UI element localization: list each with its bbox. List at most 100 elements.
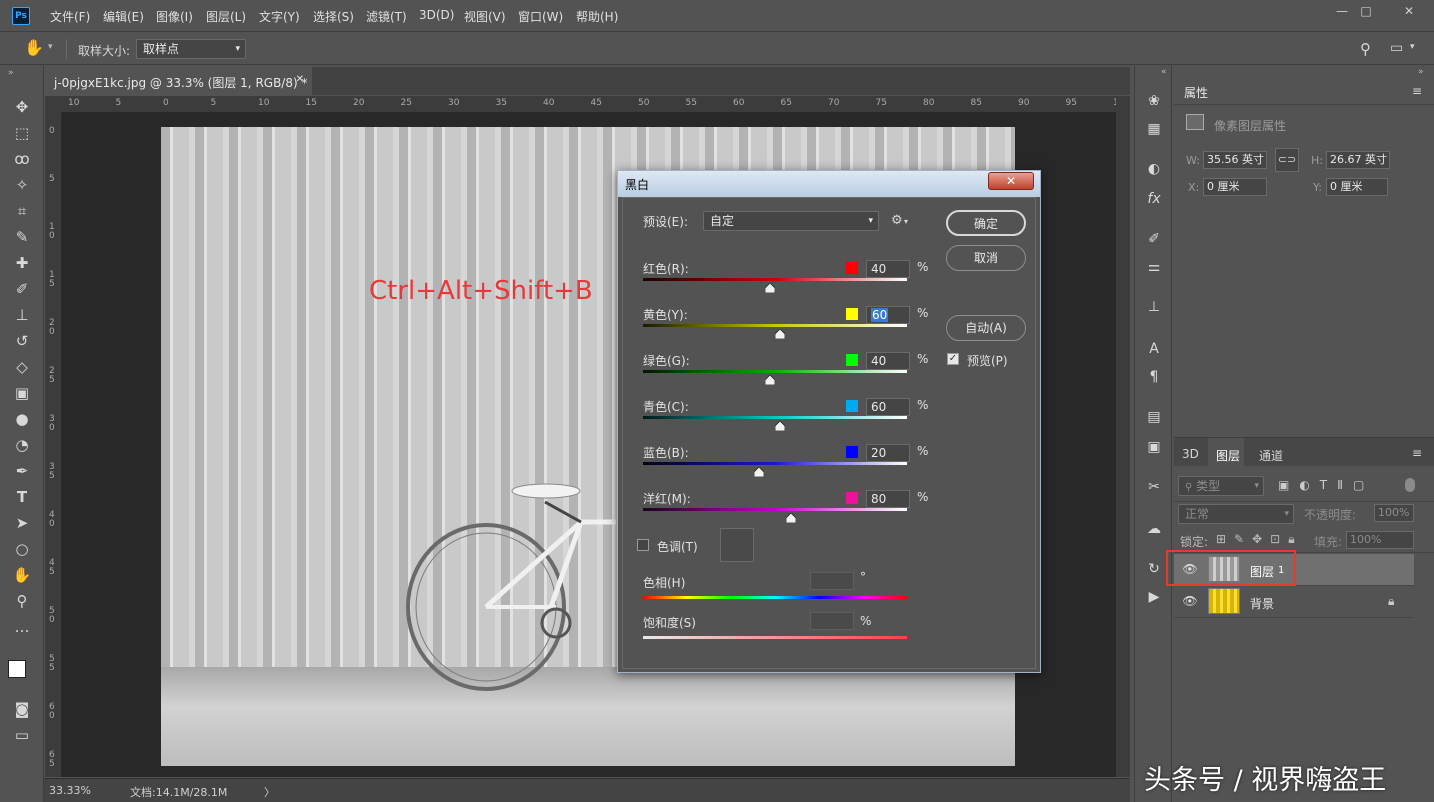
auto-button[interactable]: 自动(A) [946, 315, 1026, 341]
gradient-tool-icon[interactable]: ▣ [10, 382, 34, 404]
actions-play-icon[interactable]: ▶ [1143, 586, 1165, 608]
channel-value-field[interactable]: 60 [866, 398, 910, 416]
layer-filter-select[interactable]: ⚲ 类型 ▾ [1178, 476, 1264, 496]
preview-checkbox[interactable]: ✓ [947, 353, 959, 365]
tab-channels[interactable]: 通道 [1259, 447, 1283, 464]
channel-value-field[interactable]: 40 [866, 352, 910, 370]
healing-brush-tool-icon[interactable]: ✚ [10, 252, 34, 274]
menu-image[interactable]: 图像(I) [156, 8, 193, 25]
close-window-button[interactable]: ✕ [1386, 0, 1432, 22]
channel-value-field[interactable]: 80 [866, 490, 910, 508]
maximize-button[interactable]: □ [1350, 0, 1382, 22]
tool-preset-chevron-icon[interactable]: ▾ [48, 42, 53, 52]
history-brush-tool-icon[interactable]: ↺ [10, 330, 34, 352]
workspace-chevron-icon[interactable]: ▾ [1410, 42, 1415, 52]
channel-gradient-slider[interactable] [643, 508, 907, 511]
channel-gradient-slider[interactable] [643, 278, 907, 281]
lasso-tool-icon[interactable]: ꝏ [10, 148, 34, 170]
tint-label[interactable]: 色调(T) [657, 538, 698, 555]
blend-mode-select[interactable]: 正常 ▾ [1178, 504, 1294, 524]
character-panel-icon[interactable]: A [1143, 338, 1165, 360]
width-field[interactable]: 35.56 英寸 [1203, 151, 1267, 169]
panel-menu-icon[interactable]: ≡ [1412, 446, 1422, 460]
ok-button[interactable]: 确定 [946, 210, 1026, 236]
type-tool-icon[interactable]: T [10, 486, 34, 508]
pen-tool-icon[interactable]: ✒ [10, 460, 34, 482]
preview-label[interactable]: 预览(P) [967, 352, 1008, 369]
ellipse-tool-icon[interactable]: ○ [10, 538, 34, 560]
dialog-close-button[interactable]: ✕ [988, 172, 1034, 190]
document-tab[interactable]: j-0pjgxE1kc.jpg @ 33.3% (图层 1, RGB/8) * … [44, 67, 312, 95]
channel-gradient-slider[interactable] [643, 416, 907, 419]
menu-window[interactable]: 窗口(W) [518, 8, 563, 25]
saturation-gradient[interactable] [643, 636, 907, 639]
move-tool-icon[interactable]: ✥ [10, 96, 34, 118]
brush-settings-icon[interactable]: ⚌ [1143, 256, 1165, 278]
paragraph-panel-icon[interactable]: ¶ [1143, 366, 1165, 388]
chevron-down-icon[interactable]: ▾ [904, 217, 908, 226]
menu-view[interactable]: 视图(V) [464, 8, 506, 25]
layer-filter-icons[interactable]: ▣◐TⅡ▢ [1278, 478, 1374, 492]
color-panel-icon[interactable]: ❀ [1143, 90, 1165, 112]
channel-value-field[interactable]: 40 [866, 260, 910, 278]
collapse-icons-icon[interactable]: « [1161, 67, 1167, 77]
menu-3d[interactable]: 3D(D) [419, 8, 454, 22]
y-field[interactable]: 0 厘米 [1326, 178, 1388, 196]
brush-panel-icon[interactable]: ✐ [1143, 228, 1165, 250]
menu-file[interactable]: 文件(F) [50, 8, 90, 25]
eraser-tool-icon[interactable]: ◇ [10, 356, 34, 378]
layer-name[interactable]: 背景 [1250, 595, 1274, 612]
tint-checkbox[interactable] [637, 539, 649, 551]
preset-options-gear-icon[interactable]: ⚙ [891, 213, 903, 228]
foreground-color-swatch[interactable] [8, 660, 26, 678]
menu-type[interactable]: 文字(Y) [259, 8, 300, 25]
cancel-button[interactable]: 取消 [946, 245, 1026, 271]
hue-field[interactable] [810, 572, 854, 590]
screen-mode-icon[interactable]: ▭ [10, 724, 34, 746]
visibility-eye-icon[interactable]: 👁︎ [1182, 594, 1198, 610]
slider-thumb-icon[interactable] [764, 282, 776, 294]
menu-filter[interactable]: 滤镜(T) [366, 8, 407, 25]
saturation-field[interactable] [810, 612, 854, 630]
eyedropper-tool-icon[interactable]: ✎ [10, 226, 34, 248]
channel-gradient-slider[interactable] [643, 324, 907, 327]
clone-source-icon[interactable]: ⊥ [1143, 296, 1165, 318]
clone-stamp-tool-icon[interactable]: ⊥ [10, 304, 34, 326]
slider-thumb-icon[interactable] [774, 328, 786, 340]
adjustments-panel-icon[interactable]: ◐ [1143, 158, 1165, 180]
channel-gradient-slider[interactable] [643, 370, 907, 373]
vertical-scrollbar[interactable] [1116, 96, 1130, 777]
libraries-panel-icon[interactable]: ☁ [1143, 518, 1165, 540]
link-icon[interactable]: ⊂⊃ [1275, 148, 1299, 172]
tint-color-swatch[interactable] [720, 528, 754, 562]
filter-toggle-icon[interactable] [1405, 478, 1415, 492]
dialog-titlebar[interactable]: 黑白 ✕ [618, 171, 1040, 197]
tab-3d[interactable]: 3D [1182, 447, 1199, 461]
status-menu-arrow-icon[interactable]: 〉 [264, 784, 275, 800]
styles-panel-icon[interactable]: fx [1143, 188, 1165, 210]
menu-edit[interactable]: 编辑(E) [103, 8, 144, 25]
search-icon[interactable]: ⚲ [1360, 40, 1371, 58]
fill-field[interactable]: 100% [1346, 531, 1414, 549]
blur-tool-icon[interactable]: ● [10, 408, 34, 430]
crop-tool-icon[interactable]: ⌗ [10, 200, 34, 222]
tab-properties[interactable]: 属性 [1174, 78, 1219, 104]
swatches-panel-icon[interactable]: ▦ [1143, 118, 1165, 140]
panel-menu-icon[interactable]: ≡ [1412, 84, 1422, 98]
tab-layers[interactable]: 图层 [1216, 447, 1240, 464]
channel-value-field[interactable]: 60 [866, 306, 910, 324]
magic-wand-tool-icon[interactable]: ✧ [10, 174, 34, 196]
menu-layer[interactable]: 图层(L) [206, 8, 246, 25]
menu-help[interactable]: 帮助(H) [576, 8, 618, 25]
hand-tool-icon[interactable]: ✋ [10, 564, 34, 586]
more-tools-icon[interactable]: … [10, 616, 34, 638]
brush-tool-icon[interactable]: ✐ [10, 278, 34, 300]
lock-icons[interactable]: ⊞✎✥⊡🔒︎ [1216, 532, 1303, 547]
path-selection-tool-icon[interactable]: ➤ [10, 512, 34, 534]
opacity-field[interactable]: 100% [1374, 504, 1414, 522]
slider-thumb-icon[interactable] [753, 466, 765, 478]
slider-thumb-icon[interactable] [774, 420, 786, 432]
close-tab-icon[interactable]: ✕ [296, 74, 304, 85]
menu-select[interactable]: 选择(S) [313, 8, 354, 25]
info-panel-icon[interactable]: ▤ [1143, 406, 1165, 428]
